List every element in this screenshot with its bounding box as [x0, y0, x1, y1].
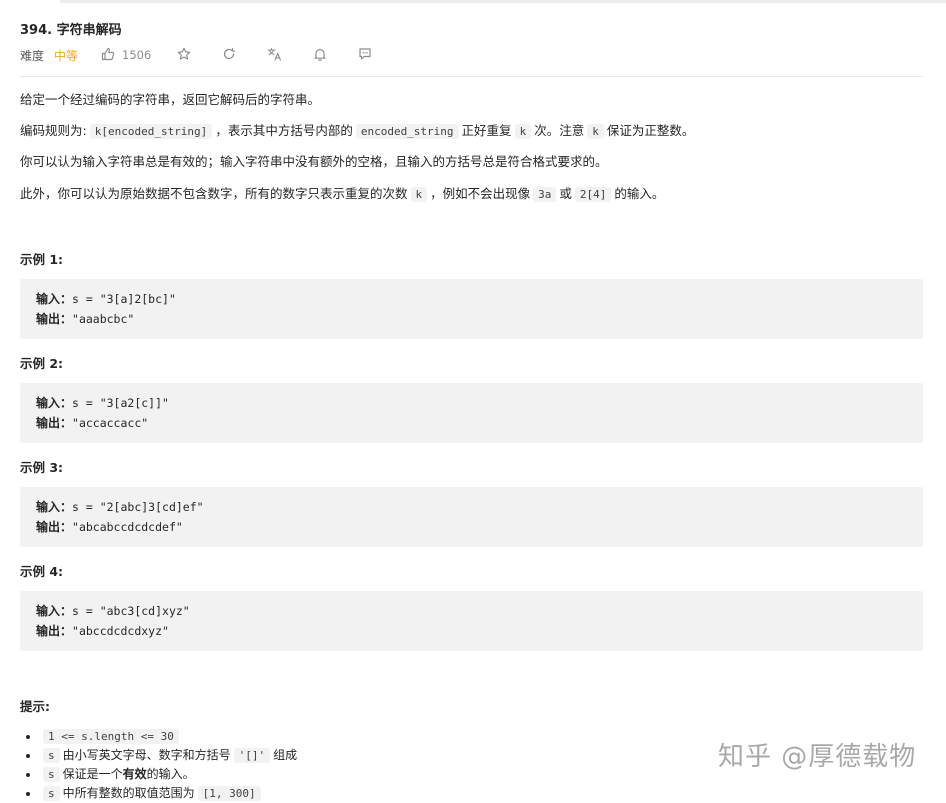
code-k-3: k [410, 187, 428, 202]
rule-mid3: 次。注意 [534, 123, 585, 138]
example-input: s = "abc3[cd]xyz" [72, 604, 190, 618]
example-4-block: 输入：s = "abc3[cd]xyz" 输出："abccdcdcdxyz" [20, 591, 923, 651]
problem-title: 394. 字符串解码 [20, 23, 122, 38]
output-label: 输出： [36, 520, 73, 534]
note-mid1: ，例如不会出现像 [430, 186, 531, 201]
note-prefix: 此外，你可以认为原始数据不包含数字，所有的数字只表示重复的次数 [20, 186, 408, 201]
rule-mid2: 正好重复 [461, 123, 512, 138]
hint-suffix: 的输入。 [146, 767, 195, 781]
rule-mid1: ，表示其中方括号内部的 [215, 123, 353, 138]
input-label: 输入： [36, 604, 73, 618]
top-border [60, 0, 946, 3]
hint-text: 由小写英文字母、数字和方括号 [62, 748, 231, 762]
hint-item: s由小写英文字母、数字和方括号'[]'组成 [40, 746, 297, 765]
example-3-block: 输入：s = "2[abc]3[cd]ef" 输出："abcabccdcdcde… [20, 487, 923, 547]
rule-prefix: 编码规则为: [20, 123, 87, 138]
input-label: 输入： [36, 500, 73, 514]
output-label: 输出： [36, 416, 73, 430]
rule-suffix: 保证为正整数。 [606, 123, 695, 138]
hint-bold: 有效 [122, 767, 147, 781]
example-2-block: 输入：s = "3[a2[c]]" 输出："accaccacc" [20, 383, 923, 443]
description-text: 给定一个经过编码的字符串，返回它解码后的字符串。 [20, 92, 321, 107]
example-input: s = "3[a]2[bc]" [72, 292, 176, 306]
code-encoded-string: encoded_string [355, 124, 459, 139]
hint-code-s: s [43, 748, 60, 763]
example-3-heading: 示例 3: [20, 460, 64, 475]
example-1-block: 输入：s = "3[a]2[bc]" 输出："aaabcbc" [20, 279, 923, 339]
input-label: 输入： [36, 292, 73, 306]
difficulty-badge: 中等 [54, 48, 79, 63]
code-encoded-pattern: k[encoded_string] [89, 124, 213, 139]
hint-suffix: 组成 [273, 748, 298, 762]
bell-icon[interactable] [313, 47, 327, 64]
hint-text: 中所有整数的取值范围为 [62, 786, 195, 800]
hint-item: 1 <= s.length <= 30 [40, 727, 297, 746]
like-count: 1506 [122, 48, 152, 62]
code-2-4: 2[4] [574, 187, 612, 202]
example-1-heading: 示例 1: [20, 252, 64, 267]
digits-note-text: 此外，你可以认为原始数据不包含数字，所有的数字只表示重复的次数 k ，例如不会出现像… [20, 185, 664, 204]
example-output: "aaabcbc" [72, 312, 135, 326]
example-output: "abcabccdcdcdef" [72, 520, 183, 534]
hint-text: 保证是一个 [62, 767, 123, 781]
hints-heading: 提示: [20, 699, 50, 714]
code-3a: 3a [533, 187, 557, 202]
watermark: 知乎 @厚德载物 [718, 742, 917, 772]
input-label: 输入： [36, 396, 73, 410]
code-k-2: k [587, 124, 604, 139]
output-label: 输出： [36, 312, 73, 326]
header-divider [20, 76, 923, 77]
hint-item: s中所有整数的取值范围为[1, 300] [40, 784, 297, 803]
note-suffix: 的输入。 [614, 186, 665, 201]
hint-code-s: s [43, 786, 60, 801]
note-mid2: 或 [559, 186, 572, 201]
output-label: 输出： [36, 624, 73, 638]
example-4-heading: 示例 4: [20, 564, 64, 579]
star-icon[interactable] [177, 47, 191, 64]
hint-code-s: s [43, 767, 60, 782]
thumbs-up-icon[interactable] [101, 47, 115, 64]
problem-meta-bar: 难度 中等 1506 [20, 46, 372, 64]
hint-code-brackets: '[]' [233, 748, 271, 763]
example-input: s = "2[abc]3[cd]ef" [72, 500, 204, 514]
share-icon[interactable] [222, 47, 236, 64]
hint-code-range: [1, 300] [197, 786, 261, 801]
difficulty-label: 难度 [20, 48, 45, 63]
hint-item: s保证是一个有效的输入。 [40, 765, 297, 784]
code-k: k [514, 124, 532, 139]
example-2-heading: 示例 2: [20, 356, 64, 371]
example-output: "abccdcdcdxyz" [72, 624, 169, 638]
example-input: s = "3[a2[c]]" [72, 396, 169, 410]
hints-list: 1 <= s.length <= 30 s由小写英文字母、数字和方括号'[]'组… [20, 727, 297, 803]
comment-icon[interactable] [358, 47, 372, 64]
validity-text: 你可以认为输入字符串总是有效的；输入字符串中没有额外的空格，且输入的方括号总是符… [20, 154, 608, 169]
example-output: "accaccacc" [72, 416, 149, 430]
hint-length-constraint: 1 <= s.length <= 30 [43, 729, 179, 744]
encoding-rule-text: 编码规则为: k[encoded_string] ，表示其中方括号内部的 encode… [20, 122, 694, 141]
translate-icon[interactable] [267, 47, 282, 64]
